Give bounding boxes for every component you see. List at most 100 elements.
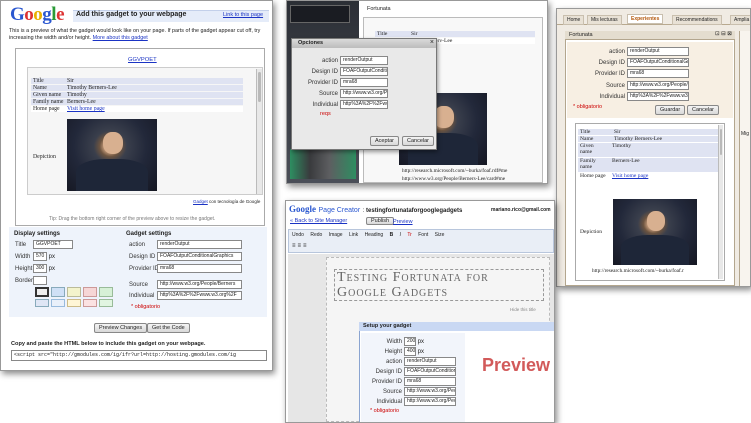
gadget-settings-heading: Gadget settings xyxy=(126,231,172,237)
panel-controls-icon[interactable]: ⊡ ⊟ ⊠ xyxy=(715,31,732,37)
setup-width-input[interactable]: 200 xyxy=(404,337,416,346)
hide-title-label[interactable]: Hide this title xyxy=(510,307,536,312)
individual-input[interactable]: http%3A%2F%2Fwww.w3.org%2F xyxy=(157,291,242,300)
preview-link[interactable]: Preview xyxy=(393,219,413,225)
setup-height-input[interactable]: 400 xyxy=(404,347,416,356)
portal-url: http://research.microsoft.com/~burka/foa… xyxy=(592,268,684,274)
tab-mis-lecturas[interactable]: Mis lecturas xyxy=(587,15,622,25)
border-swatches[interactable] xyxy=(35,287,113,307)
italic-button[interactable]: I xyxy=(400,232,401,238)
setting-row: action renderOutput xyxy=(129,240,242,249)
setup-provider-input[interactable]: mra68 xyxy=(404,377,456,386)
setup-source-input[interactable]: http://www.w3.org/Peopl xyxy=(404,387,456,396)
save-button[interactable]: Guardar xyxy=(655,105,686,115)
dialog-action-input[interactable]: renderOutput xyxy=(340,56,388,65)
config-row: Sourcehttp://www.w3.org/People/Berners-L xyxy=(605,81,689,90)
portal-portrait-photo xyxy=(613,199,697,265)
width-input[interactable]: 570 xyxy=(33,252,47,261)
google-logo: Google xyxy=(10,4,64,25)
cancel-button[interactable]: Cancelar xyxy=(402,136,435,146)
sidebar-chart xyxy=(290,149,356,179)
embed-code-box[interactable]: <script src="http://gmodules.com/ig/ifr?… xyxy=(11,350,267,361)
heading-button[interactable]: Heading xyxy=(365,232,384,238)
portal-provider-input[interactable]: mra68 xyxy=(627,69,689,78)
tab-fortunata[interactable]: Fortunata xyxy=(367,6,391,12)
source-input[interactable]: http://www.w3.org/People/Berners xyxy=(157,280,242,289)
portal-action-input[interactable]: renderOutput xyxy=(627,47,689,56)
portal-individual-input[interactable]: http%3A%2F%2Fwww.w3.org%2FP xyxy=(627,92,689,101)
more-about-link[interactable]: More about this gadget xyxy=(93,35,148,41)
accept-button[interactable]: Aceptar xyxy=(370,136,399,146)
text-color-button[interactable]: Tr xyxy=(407,232,412,238)
undo-button[interactable]: Undo xyxy=(292,232,304,238)
rdf-table: Title Sir Name Timothy Berners-Lee Given n… xyxy=(31,78,243,113)
dialog-row: Provider ID mra68 xyxy=(308,78,388,87)
setup-action-input[interactable]: renderOutput xyxy=(404,357,456,366)
url-line-1: http://research.microsoft.com/~burka/foa… xyxy=(402,168,508,174)
setup-individual-input[interactable]: http://www.w3.org/Peopl xyxy=(404,397,456,406)
link-button[interactable]: Link xyxy=(349,232,358,238)
gadget-credit: Gadget con tecnología de Google xyxy=(193,199,261,204)
provider-id-input[interactable]: mra68 xyxy=(157,264,242,273)
link-to-page[interactable]: Link to this page xyxy=(223,12,263,18)
portal-home-page-link[interactable]: Visit home page xyxy=(612,173,648,179)
dialog-design-input[interactable]: FOAFOutputConditi xyxy=(340,67,388,76)
redo-button[interactable]: Redo xyxy=(310,232,322,238)
setup-row: Width 200 px xyxy=(386,337,425,346)
tab-amplia[interactable]: Amplia xyxy=(730,15,750,25)
align-icons[interactable]: ≡≡≡ xyxy=(292,243,309,249)
dialog-close-icon[interactable]: × xyxy=(430,39,434,46)
gadget-title-link[interactable]: GGVPOET xyxy=(128,57,157,63)
config-row: Design IDFOAFOutputConditionalGraphics xyxy=(598,58,689,67)
back-link[interactable]: « Back to Site Manager xyxy=(290,218,347,224)
portal-window: Home Mis lecturas Experientes Recommenda… xyxy=(556,8,751,287)
table-row: Home page Visit home page xyxy=(31,106,243,112)
toolbar-buttons: Undo Redo Image Link Heading B I Tr Font… xyxy=(292,232,444,238)
dialog-source-input[interactable]: http://www.w3.org/Peo xyxy=(340,89,388,98)
get-code-button[interactable]: Get the Code xyxy=(147,323,190,333)
border-select[interactable] xyxy=(33,276,47,285)
page-creator-header: Google Page Creator : testingfortunatafo… xyxy=(289,204,463,214)
size-button[interactable]: Size xyxy=(435,232,445,238)
table-row: Name Timothy Berners-Lee xyxy=(31,85,243,91)
tab-home[interactable]: Home xyxy=(563,15,585,25)
title-input[interactable]: GGVPOET xyxy=(33,240,73,249)
portrait-photo xyxy=(67,119,157,191)
preview-scrollbar[interactable] xyxy=(256,69,262,194)
display-row: Border xyxy=(15,276,47,285)
setup-row: Height 400 px xyxy=(384,347,425,356)
depiction-label: Depiction xyxy=(33,154,56,160)
bold-button[interactable]: B xyxy=(390,232,394,238)
url-line-2: http://www.w3.org/People/Berners-Lee/car… xyxy=(402,176,506,182)
dialog-provider-input[interactable]: mra68 xyxy=(340,78,388,87)
portal-design-input[interactable]: FOAFOutputConditionalGraphics xyxy=(627,58,689,67)
setup-title: Setup your gadget xyxy=(363,323,412,329)
preview-changes-button[interactable]: Preview Changes xyxy=(94,323,148,333)
dialog-row: Individualhttp%3A%2F%2Fwww.w xyxy=(312,100,388,109)
action-input[interactable]: renderOutput xyxy=(157,240,242,249)
image-button[interactable]: Image xyxy=(329,232,343,238)
required-note: reqs xyxy=(320,111,331,117)
home-page-link[interactable]: Visit home page xyxy=(67,106,105,112)
tab-recommendations[interactable]: Recommendations xyxy=(672,15,722,25)
portal-scrollbar[interactable] xyxy=(718,125,723,279)
portal-source-input[interactable]: http://www.w3.org/People/Berners-L xyxy=(627,81,689,90)
setup-design-input[interactable]: FOAFOutputConditional xyxy=(404,367,456,376)
height-input[interactable]: 300 xyxy=(33,264,47,273)
portal-depiction: Depiction xyxy=(580,229,603,235)
setting-row: Provider IDmra68 xyxy=(129,264,242,273)
design-id-input[interactable]: FOAFOutputConditionalGraphics xyxy=(157,252,242,261)
portal-cancel-button[interactable]: Cancelar xyxy=(687,105,720,115)
display-settings-heading: Display settings xyxy=(14,231,61,237)
page-heading[interactable]: Testing Fortunata for Google Gadgets xyxy=(334,269,544,301)
site-title: testingfortunataforgooglegadgets xyxy=(366,208,463,214)
dialog-individual-input[interactable]: http%3A%2F%2Fwww.w xyxy=(340,100,388,109)
tab-experientes[interactable]: Experientes xyxy=(627,14,664,24)
table-row: Home page Visit home page xyxy=(578,173,718,187)
dialog-row: Design ID FOAFOutputConditi xyxy=(311,67,388,76)
publish-button[interactable]: Publish xyxy=(366,217,395,225)
intro-text: This is a preview of what the gadget wou… xyxy=(9,28,261,41)
font-button[interactable]: Font xyxy=(418,232,428,238)
config-row: action renderOutput xyxy=(587,47,689,56)
portal-rdf-table: Title Sir Name Timothy Berners-Lee Given n… xyxy=(578,129,718,188)
